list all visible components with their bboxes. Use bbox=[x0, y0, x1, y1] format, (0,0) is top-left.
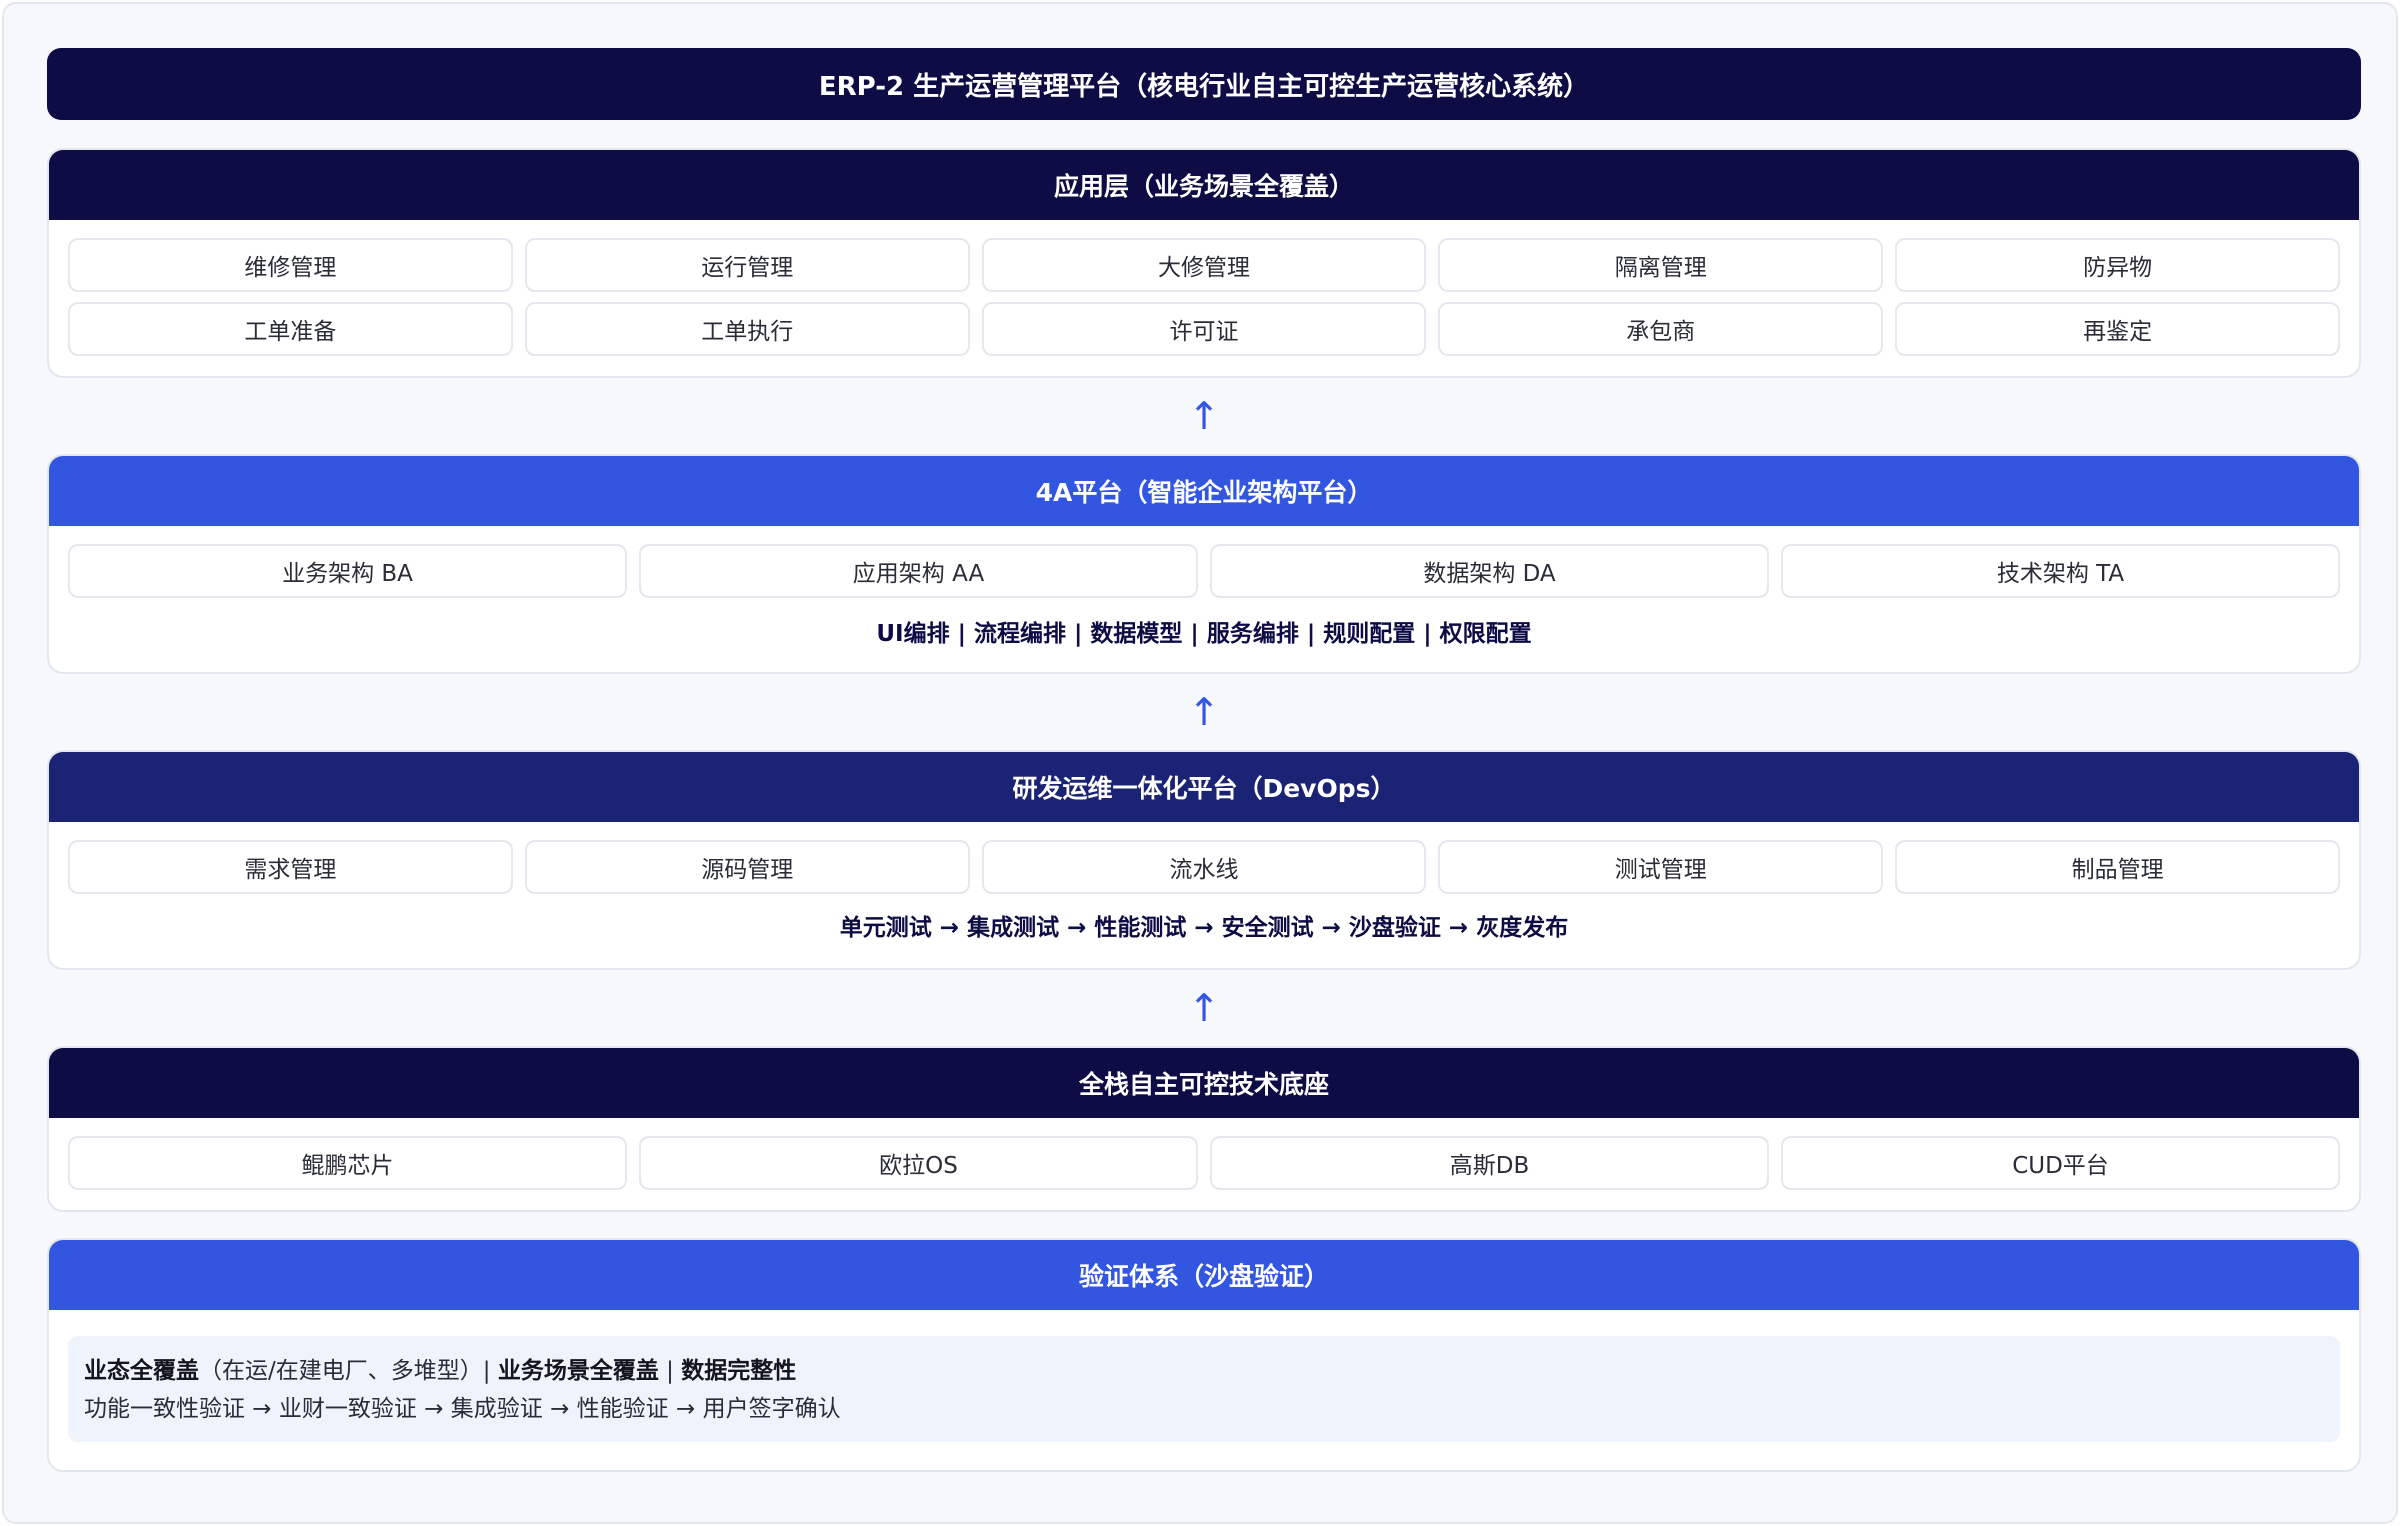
verification-line-2: 功能一致性验证 → 业财一致验证 → 集成验证 → 性能验证 → 用户签字确认 bbox=[84, 1396, 841, 1422]
devops-cell: 流水线 bbox=[981, 840, 1427, 894]
diagram-frame: ERP-2 生产运营管理平台（核电行业自主可控生产运营核心系统） 应用层（业务场… bbox=[2, 2, 2398, 1524]
tech-base-layer: 全栈自主可控技术底座 鲲鹏芯片 欧拉OS 高斯DB CUD平台 bbox=[47, 1046, 2361, 1212]
verification-box: 业态全覆盖（在运/在建电厂、多堆型）| 业务场景全覆盖 | 数据完整性 功能一致… bbox=[68, 1336, 2340, 1442]
application-row-1: 维修管理 运行管理 大修管理 隔离管理 防异物 bbox=[68, 238, 2340, 292]
platform-4a-items: 业务架构 BA 应用架构 AA 数据架构 DA 技术架构 TA bbox=[68, 544, 2340, 598]
module-cell: 承包商 bbox=[1438, 302, 1884, 356]
tech-cell: 欧拉OS bbox=[639, 1136, 1198, 1190]
architecture-cell: 应用架构 AA bbox=[639, 544, 1198, 598]
devops-title: 研发运维一体化平台（DevOps） bbox=[49, 752, 2359, 822]
architecture-cell: 业务架构 BA bbox=[68, 544, 627, 598]
up-arrow-icon: ↑ bbox=[1188, 986, 1220, 1030]
verification-line-1: 业态全覆盖（在运/在建电厂、多堆型）| 业务场景全覆盖 | 数据完整性 bbox=[84, 1352, 2324, 1390]
module-cell: 再鉴定 bbox=[1895, 302, 2340, 356]
devops-items: 需求管理 源码管理 流水线 测试管理 制品管理 bbox=[68, 840, 2340, 894]
module-cell: 许可证 bbox=[981, 302, 1427, 356]
platform-4a-title: 4A平台（智能企业架构平台） bbox=[49, 456, 2359, 526]
module-cell: 维修管理 bbox=[68, 238, 513, 292]
devops-cell: 制品管理 bbox=[1895, 840, 2340, 894]
tech-base-title: 全栈自主可控技术底座 bbox=[49, 1048, 2359, 1118]
architecture-stack: ERP-2 生产运营管理平台（核电行业自主可控生产运营核心系统） 应用层（业务场… bbox=[47, 48, 2361, 1472]
module-cell: 运行管理 bbox=[524, 238, 970, 292]
architecture-cell: 技术架构 TA bbox=[1781, 544, 2340, 598]
verification-scenario-bold: 业务场景全覆盖 bbox=[497, 1358, 659, 1384]
up-arrow-icon: ↑ bbox=[1188, 690, 1220, 734]
application-layer-title: 应用层（业务场景全覆盖） bbox=[49, 150, 2359, 220]
verification-scope-bold: 业态全覆盖 bbox=[84, 1358, 199, 1384]
application-layer: 应用层（业务场景全覆盖） 维修管理 运行管理 大修管理 隔离管理 防异物 工单准… bbox=[47, 148, 2361, 378]
verification-scope-detail: （在运/在建电厂、多堆型）| bbox=[199, 1358, 498, 1384]
up-arrow-icon: ↑ bbox=[1188, 394, 1220, 438]
devops-cell: 需求管理 bbox=[68, 840, 513, 894]
platform-4a-layer: 4A平台（智能企业架构平台） 业务架构 BA 应用架构 AA 数据架构 DA 技… bbox=[47, 454, 2361, 674]
tech-base-items: 鲲鹏芯片 欧拉OS 高斯DB CUD平台 bbox=[68, 1136, 2340, 1190]
architecture-cell: 数据架构 DA bbox=[1210, 544, 1769, 598]
module-cell: 大修管理 bbox=[981, 238, 1427, 292]
devops-layer: 研发运维一体化平台（DevOps） 需求管理 源码管理 流水线 测试管理 制品管… bbox=[47, 750, 2361, 970]
page-title: ERP-2 生产运营管理平台（核电行业自主可控生产运营核心系统） bbox=[47, 48, 2361, 120]
module-cell: 工单执行 bbox=[524, 302, 970, 356]
verification-data-bold: 数据完整性 bbox=[681, 1358, 797, 1384]
devops-cell: 测试管理 bbox=[1438, 840, 1884, 894]
module-cell: 隔离管理 bbox=[1438, 238, 1884, 292]
verification-title: 验证体系（沙盘验证） bbox=[49, 1240, 2359, 1310]
tech-cell: 鲲鹏芯片 bbox=[68, 1136, 627, 1190]
application-row-2: 工单准备 工单执行 许可证 承包商 再鉴定 bbox=[68, 302, 2340, 356]
tech-cell: CUD平台 bbox=[1781, 1136, 2340, 1190]
devops-pipeline: 单元测试 → 集成测试 → 性能测试 → 安全测试 → 沙盘验证 → 灰度发布 bbox=[839, 915, 1569, 941]
platform-4a-capabilities: UI编排 | 流程编排 | 数据模型 | 服务编排 | 规则配置 | 权限配置 bbox=[876, 621, 1532, 647]
devops-cell: 源码管理 bbox=[524, 840, 970, 894]
module-cell: 工单准备 bbox=[68, 302, 513, 356]
verification-layer: 验证体系（沙盘验证） 业态全覆盖（在运/在建电厂、多堆型）| 业务场景全覆盖 |… bbox=[47, 1238, 2361, 1472]
module-cell: 防异物 bbox=[1895, 238, 2340, 292]
tech-cell: 高斯DB bbox=[1210, 1136, 1769, 1190]
verification-separator: | bbox=[658, 1358, 682, 1384]
